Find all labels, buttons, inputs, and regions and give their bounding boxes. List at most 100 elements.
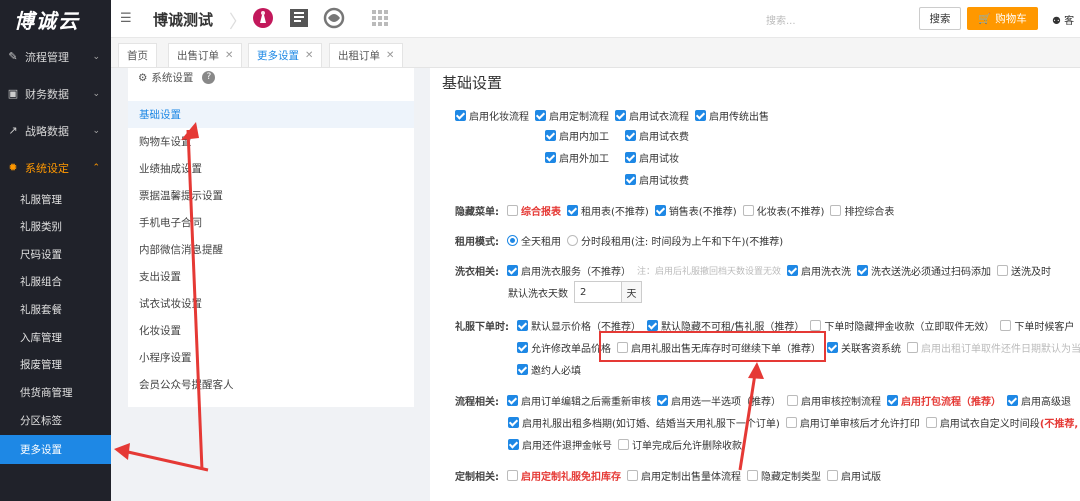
menu-strategy-data[interactable]: ↗ 战略数据 ⌄ bbox=[0, 112, 111, 149]
checkbox-label: 启用高级退 bbox=[1021, 397, 1071, 408]
menu-label: 流程管理 bbox=[25, 50, 69, 64]
checkbox-pick-half[interactable]: 启用选一半选项（推荐） bbox=[657, 393, 781, 408]
checkbox-box bbox=[695, 110, 706, 121]
sidebar-item-dress-combo[interactable]: 礼服组合 bbox=[0, 268, 111, 295]
sidebar-item-zone-tags[interactable]: 分区标签 bbox=[0, 407, 111, 434]
checkbox-print-after-audit[interactable]: 启用订单审核后才允许打印 bbox=[785, 415, 920, 430]
nav-miniprogram-settings[interactable]: 小程序设置 bbox=[128, 344, 414, 371]
nav-makeup-settings[interactable]: 化妆设置 bbox=[128, 317, 414, 344]
cart-button[interactable]: 🛒 购物车 bbox=[967, 7, 1038, 30]
checkbox-makeup-flow[interactable]: 启用化妆流程 bbox=[455, 108, 529, 123]
checkbox-default-today[interactable]: 启用出租订单取件还件日期默认为当天 bbox=[907, 340, 1080, 355]
close-icon[interactable]: ✕ bbox=[386, 50, 394, 61]
checkbox-trial-makeup[interactable]: 启用试妆 bbox=[625, 150, 679, 165]
checkbox-advanced-return[interactable]: 启用高级退 bbox=[1007, 393, 1071, 408]
tab-sales-orders[interactable]: 出售订单 ✕ bbox=[168, 43, 243, 67]
checkbox-fitting-fee[interactable]: 启用试衣费 bbox=[625, 128, 689, 143]
sidebar-item-stock-in[interactable]: 入库管理 bbox=[0, 324, 111, 351]
search-button[interactable]: 搜索 bbox=[919, 7, 961, 30]
princess-app-icon[interactable] bbox=[252, 7, 274, 29]
tab-home[interactable]: 首页 bbox=[118, 43, 157, 67]
checkbox-wash-scan[interactable]: 洗衣送洗必须通过扫码添加 bbox=[857, 263, 991, 278]
checkbox-inviter-required[interactable]: 邀约人必填 bbox=[517, 362, 581, 377]
checkbox-wash-timely[interactable]: 送洗及时 bbox=[997, 263, 1051, 278]
checkbox-wash-send[interactable]: 启用洗衣洗 bbox=[787, 263, 851, 278]
checkbox-custom-measure[interactable]: 启用定制出售量体流程 bbox=[627, 468, 741, 483]
close-icon[interactable]: ✕ bbox=[225, 50, 233, 61]
wash-days-input[interactable]: 2 bbox=[574, 281, 622, 303]
checkbox-label: 启用订单审核后才允许打印 bbox=[799, 419, 920, 430]
checkbox-hide-deposit[interactable]: 下单时隐藏押金收款（立即取件无效） bbox=[810, 318, 994, 333]
checkbox-schedule-table[interactable]: 排控综合表 bbox=[830, 203, 894, 218]
app-logo[interactable]: 博诚云 bbox=[0, 0, 111, 38]
radio-full-day[interactable]: 全天租用 bbox=[507, 233, 561, 248]
checkbox-trial-version[interactable]: 启用试版 bbox=[827, 468, 881, 483]
checkbox-order-customer[interactable]: 下单时候客户 bbox=[1000, 318, 1074, 333]
checkbox-label: 化妆表(不推荐) bbox=[756, 207, 825, 218]
process-row-1: 流程相关: 启用订单编辑之后需重新审核 启用选一半选项（推荐） 启用审核控制流程… bbox=[455, 393, 1077, 408]
checkbox-hide-custom-type[interactable]: 隐藏定制类型 bbox=[747, 468, 821, 483]
chevron-right-icon: 〉 bbox=[229, 12, 247, 33]
checkbox-inner-processing[interactable]: 启用内加工 bbox=[545, 128, 609, 143]
nav-receipt-tips[interactable]: 票据温馨提示设置 bbox=[128, 182, 414, 209]
nav-cart-settings[interactable]: 购物车设置 bbox=[128, 128, 414, 155]
checkbox-label: 启用试衣流程 bbox=[629, 112, 689, 123]
nav-expense-settings[interactable]: 支出设置 bbox=[128, 263, 414, 290]
checkbox-label: 启用选一半选项（推荐） bbox=[671, 397, 781, 408]
checkbox-trial-makeup-fee[interactable]: 启用试妆费 bbox=[625, 172, 689, 187]
nav-wechat-reminder[interactable]: 内部微信消息提醒 bbox=[128, 236, 414, 263]
radio-time-slot[interactable]: 分时段租用(注: 时间段为上午和下午)(不推荐) bbox=[567, 233, 783, 248]
document-app-icon[interactable] bbox=[288, 7, 310, 29]
user-menu[interactable]: ⚉ 客 bbox=[1052, 12, 1074, 27]
checkbox-return-deposit-account[interactable]: 启用还件退押金帐号 bbox=[508, 437, 612, 452]
checkbox-multi-schedule[interactable]: 启用礼服出租多档期(如订婚、结婚当天用礼服下一个订单) bbox=[508, 415, 780, 430]
checkbox-packing-flow[interactable]: 启用打包流程（推荐） bbox=[887, 393, 1001, 408]
nav-e-contract[interactable]: 手机电子合同 bbox=[128, 209, 414, 236]
checkbox-wash-service[interactable]: 启用洗衣服务（不推荐） bbox=[507, 263, 631, 278]
search-input[interactable]: 搜索... bbox=[766, 12, 916, 27]
menu-system-settings[interactable]: ✹ 系统设定 ⌃ bbox=[0, 149, 111, 186]
checkbox-box bbox=[747, 470, 758, 481]
checkbox-link-client-system[interactable]: 关联客资系统 bbox=[827, 340, 901, 355]
checkbox-sales-table[interactable]: 销售表(不推荐) bbox=[654, 203, 737, 218]
checkbox-fitting-flow[interactable]: 启用试衣流程 bbox=[615, 108, 689, 123]
help-icon[interactable]: ? bbox=[202, 71, 216, 84]
checkbox-label: 启用出租订单取件还件日期默认为当天 bbox=[921, 344, 1080, 355]
sidebar-item-size-settings[interactable]: 尺码设置 bbox=[0, 241, 111, 268]
section-title: 基础设置 bbox=[442, 74, 503, 92]
checkbox-summary-report[interactable]: 综合报表 bbox=[507, 203, 561, 218]
nav-member-reminder[interactable]: 会员公众号提醒客人 bbox=[128, 371, 414, 398]
checkbox-custom-no-stock[interactable]: 启用定制礼服免扣库存 bbox=[507, 468, 621, 483]
sidebar-item-supplier[interactable]: 供货商管理 bbox=[0, 379, 111, 406]
checkbox-delete-payment[interactable]: 订单完成后允许删除收款 bbox=[618, 437, 742, 452]
checkbox-label: 洗衣送洗必须通过扫码添加 bbox=[871, 267, 992, 278]
nav-fitting-settings[interactable]: 试衣试妆设置 bbox=[128, 290, 414, 317]
nav-basic-settings[interactable]: 基础设置 bbox=[128, 101, 414, 128]
tab-rental-orders[interactable]: 出租订单 ✕ bbox=[329, 43, 404, 67]
menu-process-management[interactable]: ✎ 流程管理 ⌄ bbox=[0, 38, 111, 75]
sidebar-item-dress-package[interactable]: 礼服套餐 bbox=[0, 296, 111, 323]
cart-icon: 🛒 bbox=[978, 13, 992, 25]
menu-toggle-icon[interactable]: ☰ bbox=[120, 11, 132, 26]
checkbox-custom-flow[interactable]: 启用定制流程 bbox=[535, 108, 609, 123]
checkbox-custom-fitting-time[interactable]: 启用试衣自定义时间段 (不推荐, bbox=[925, 415, 1078, 430]
checkbox-makeup-table[interactable]: 化妆表(不推荐) bbox=[742, 203, 825, 218]
tab-more-settings[interactable]: 更多设置 ✕ bbox=[248, 43, 323, 67]
nav-commission-settings[interactable]: 业绩抽成设置 bbox=[128, 155, 414, 182]
row-label: 洗衣相关: bbox=[455, 267, 499, 278]
checkbox-audit-control[interactable]: 启用审核控制流程 bbox=[787, 393, 881, 408]
checkbox-traditional-sale[interactable]: 启用传统出售 bbox=[695, 108, 769, 123]
sidebar-item-more-settings[interactable]: 更多设置 bbox=[0, 435, 111, 464]
sidebar-item-dress-category[interactable]: 礼服类别 bbox=[0, 213, 111, 240]
wash-row: 洗衣相关: 启用洗衣服务（不推荐） 注：启用后礼服撤回档天数设置无效 启用洗衣洗… bbox=[455, 263, 1057, 278]
swirl-app-icon[interactable] bbox=[323, 7, 345, 29]
checkbox-edit-item-price[interactable]: 允许修改单品价格 bbox=[517, 340, 611, 355]
checkbox-rental-table[interactable]: 租用表(不推荐) bbox=[567, 203, 649, 218]
close-icon[interactable]: ✕ bbox=[305, 50, 313, 61]
checkbox-outer-processing[interactable]: 启用外加工 bbox=[545, 150, 609, 165]
checkbox-reaudit-after-edit[interactable]: 启用订单编辑之后需重新审核 bbox=[507, 393, 651, 408]
sidebar-item-scrap[interactable]: 报废管理 bbox=[0, 351, 111, 378]
menu-finance-data[interactable]: ▣ 财务数据 ⌄ bbox=[0, 75, 111, 112]
grid-apps-icon[interactable] bbox=[369, 7, 391, 29]
sidebar-item-dress-management[interactable]: 礼服管理 bbox=[0, 186, 111, 213]
